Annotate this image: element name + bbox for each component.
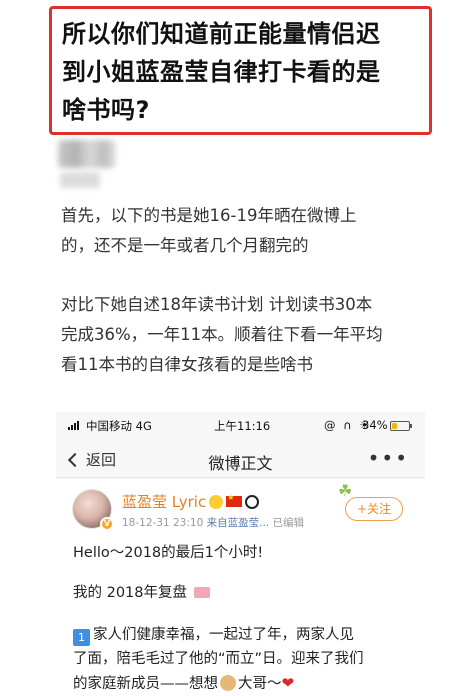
- post-line-3c-pre: 的家庭新成员——想想: [73, 676, 218, 692]
- post-line-3c-post: 大哥～: [238, 676, 282, 692]
- headline-box: 所以你们知道前正能量情侣迟 到小姐蓝盈莹自律打卡看的是 啥书吗?: [49, 6, 432, 135]
- paragraph-2-line-1: 对比下她自述18年读书计划 计划读书30本: [61, 295, 373, 314]
- paragraph-2: 对比下她自述18年读书计划 计划读书30本 完成36%，一年11本。顺着往下看一…: [61, 290, 421, 380]
- username: 蓝盈莹 Lyric: [122, 493, 207, 511]
- follow-button[interactable]: +关注: [345, 497, 403, 521]
- panda-emoji-icon: [245, 494, 260, 509]
- paragraph-1-line-1: 首先，以下的书是她16-19年晒在微博上: [61, 206, 357, 225]
- paragraph-1-line-2: 的，还不是一年或者几个月翻完的: [61, 236, 309, 255]
- post-timestamp: 18-12-31 23:10: [122, 517, 204, 529]
- smile-emoji-icon: [209, 494, 224, 509]
- post-line-3b: 了面，陪毛毛过了他的“而立”日。迎来了我们: [73, 651, 364, 667]
- post-line-2-text: 我的 2018年复盘: [73, 585, 188, 601]
- post-line-2: 我的 2018年复盘: [73, 581, 418, 605]
- blurred-author-avatar: [58, 140, 116, 168]
- blurred-author-name: [60, 172, 100, 188]
- battery-icon: [390, 421, 412, 431]
- china-flag-icon: [226, 493, 243, 507]
- edited-label: 已编辑: [272, 517, 304, 529]
- headline-line-3: 啥书吗?: [62, 96, 150, 124]
- nav-bar: 返回 微博正文 •••: [56, 442, 425, 478]
- embedded-weibo-screenshot: 中国移动 4G 上午11:16 @ ∩ ☀ 34% 返回 微博正文 ••• V …: [56, 412, 425, 696]
- clover-decoration-icon: ☘: [338, 481, 353, 500]
- headline-line-1: 所以你们知道前正能量情侣迟: [62, 20, 381, 48]
- post-line-3a-text: 家人们健康幸福，一起过了年，两家人见: [93, 627, 354, 643]
- carrier-label: 中国移动 4G: [86, 419, 152, 433]
- paragraph-1: 首先，以下的书是她16-19年晒在微博上 的，还不是一年或者几个月翻完的: [61, 201, 421, 261]
- weibo-post-card: V 蓝盈莹 Lyric 18-12-31 23:10 来自蓝盈莹... 已编辑 …: [56, 479, 425, 696]
- paragraph-2-line-2: 完成36%，一年11本。顺着往下看一年平均: [61, 325, 383, 344]
- status-time: 上午11:16: [214, 419, 271, 433]
- paragraph-2-line-3: 看11本书的自律女孩看的是些啥书: [61, 355, 313, 374]
- more-options-button[interactable]: •••: [368, 446, 409, 470]
- dog-emoji-icon: [220, 675, 236, 691]
- battery-level: [392, 423, 398, 429]
- battery-percent: 34%: [362, 418, 388, 432]
- post-meta: 18-12-31 23:10 来自蓝盈莹... 已编辑: [122, 515, 304, 530]
- post-line-3: 1 家人们健康幸福，一起过了年，两家人见 了面，陪毛毛过了他的“而立”日。迎来了我…: [73, 623, 418, 696]
- post-line-3a: 1 家人们健康幸福，一起过了年，两家人见: [73, 623, 418, 647]
- status-bar: 中国移动 4G 上午11:16 @ ∩ ☀ 34%: [56, 412, 425, 438]
- post-line-3c: 的家庭新成员——想想 大哥～❤: [73, 671, 418, 696]
- headline-line-2: 到小姐蓝盈莹自律打卡看的是: [62, 58, 381, 86]
- signal-icon: [68, 421, 79, 430]
- number-one-icon: 1: [73, 629, 90, 646]
- love-letter-emoji-icon: [193, 587, 210, 598]
- username-row[interactable]: 蓝盈莹 Lyric: [122, 491, 260, 512]
- post-source[interactable]: 来自蓝盈莹...: [207, 517, 270, 529]
- post-line-1: Hello～2018的最后1个小时!: [73, 545, 264, 561]
- heart-icon: ❤: [281, 674, 295, 692]
- verified-badge-icon: V: [100, 517, 114, 531]
